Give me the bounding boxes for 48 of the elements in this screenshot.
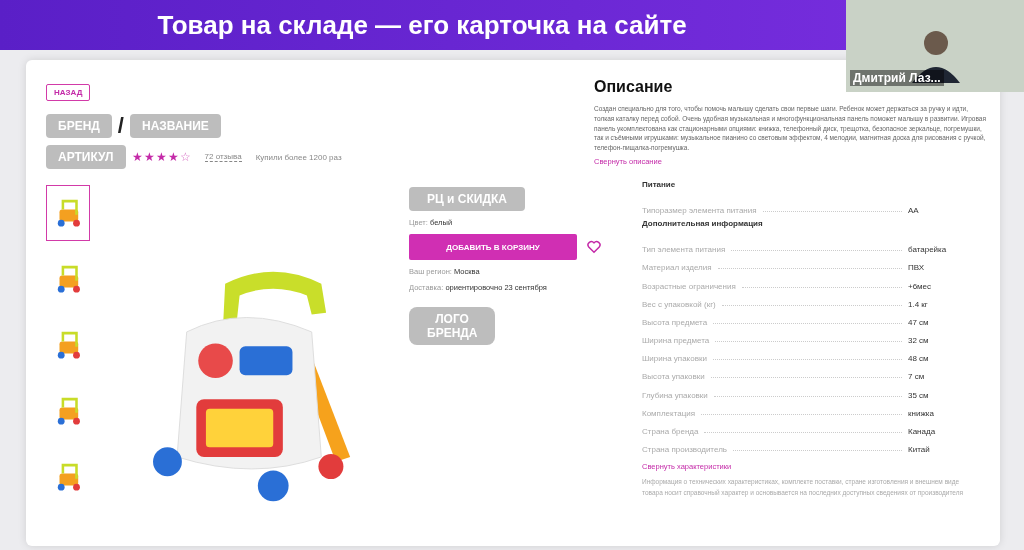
- slide-title: Товар на складе — его карточка на сайте: [157, 9, 687, 41]
- spec-value: батарейка: [908, 245, 948, 255]
- spec-name: Вес с упаковкой (кг): [642, 299, 716, 309]
- spec-name: Высота предмета: [642, 317, 708, 327]
- spec-value: 7 см: [908, 372, 926, 382]
- spec-name: Страна производитель: [642, 445, 727, 455]
- spec-value: 35 см: [908, 390, 930, 400]
- price-field: РЦ и СКИДКА: [409, 187, 525, 211]
- spec-name: Материал изделия: [642, 263, 712, 273]
- spec-name: Ширина предмета: [642, 336, 710, 346]
- spec-value: 1.4 кг: [908, 299, 929, 309]
- star-icon: ☆: [179, 150, 191, 164]
- spec-value: книжка: [908, 408, 935, 418]
- thumbnail[interactable]: [46, 185, 90, 241]
- spec-name: Высота упаковки: [642, 372, 705, 382]
- star-icon: ★: [167, 150, 179, 164]
- star-icon: ★: [155, 150, 167, 164]
- spec-name: Возрастные ограничения: [642, 281, 736, 291]
- participant-name: Дмитрий Лаз...: [850, 70, 944, 86]
- star-icon: ★: [143, 150, 155, 164]
- spec-name: Тип элемента питания: [642, 245, 726, 255]
- spec-name: Типоразмер элемента питания: [642, 205, 757, 215]
- description-heading: Описание: [594, 78, 673, 96]
- spec-name: Страна бренда: [642, 427, 699, 436]
- spec-name: Комплектация: [642, 408, 696, 418]
- spec-group-title: Питание: [642, 179, 677, 189]
- favorite-heart-icon[interactable]: [587, 240, 601, 254]
- spec-value: 32 см: [908, 336, 930, 346]
- spec-name: Глубина упаковки: [642, 390, 708, 400]
- spec-value: ПВХ: [908, 263, 926, 273]
- back-button[interactable]: НАЗАД: [46, 84, 91, 101]
- reviews-link[interactable]: 72 отзыва: [204, 152, 242, 162]
- spec-value: 48 см: [908, 354, 930, 364]
- spec-name: Ширина упаковки: [642, 354, 707, 364]
- add-to-cart-button[interactable]: ДОБАВИТЬ В КОРЗИНУ: [409, 234, 577, 260]
- purchase-count: Купили более 1200 раз: [255, 152, 342, 162]
- spec-value: Китай: [908, 445, 931, 455]
- star-icon: ★: [131, 150, 143, 164]
- spec-value: Канада: [908, 427, 937, 436]
- brand-field: БРЕНД: [46, 114, 112, 138]
- spec-group-title: Дополнительная информация: [642, 218, 764, 228]
- spec-value: +6мес: [908, 281, 933, 291]
- spec-value: 47 см: [908, 317, 930, 327]
- name-field: НАЗВАНИЕ: [130, 114, 221, 138]
- separator: /: [117, 113, 124, 139]
- spec-value: AA: [908, 205, 920, 215]
- brand-logo-field: ЛОГО БРЕНДА: [409, 307, 495, 345]
- article-field: АРТИКУЛ: [46, 145, 126, 169]
